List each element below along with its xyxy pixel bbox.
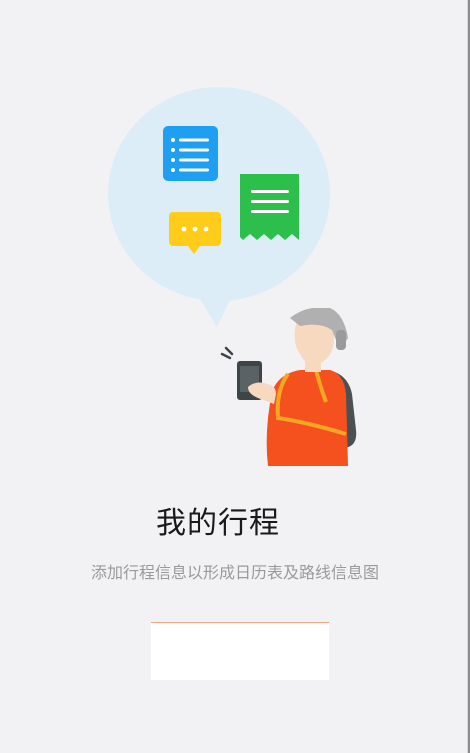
receipt-icon [240,174,299,240]
list-icon [163,126,218,181]
page-subtitle: 添加行程信息以形成日历表及路线信息图 [90,563,379,582]
page-title: 我的行程 [156,506,280,541]
add-itinerary-button[interactable] [151,622,329,680]
itinerary-illustration [108,87,357,466]
traveler-figure [220,308,357,466]
itinerary-empty-screen: 我的行程 添加行程信息以形成日历表及路线信息图 [0,0,470,753]
